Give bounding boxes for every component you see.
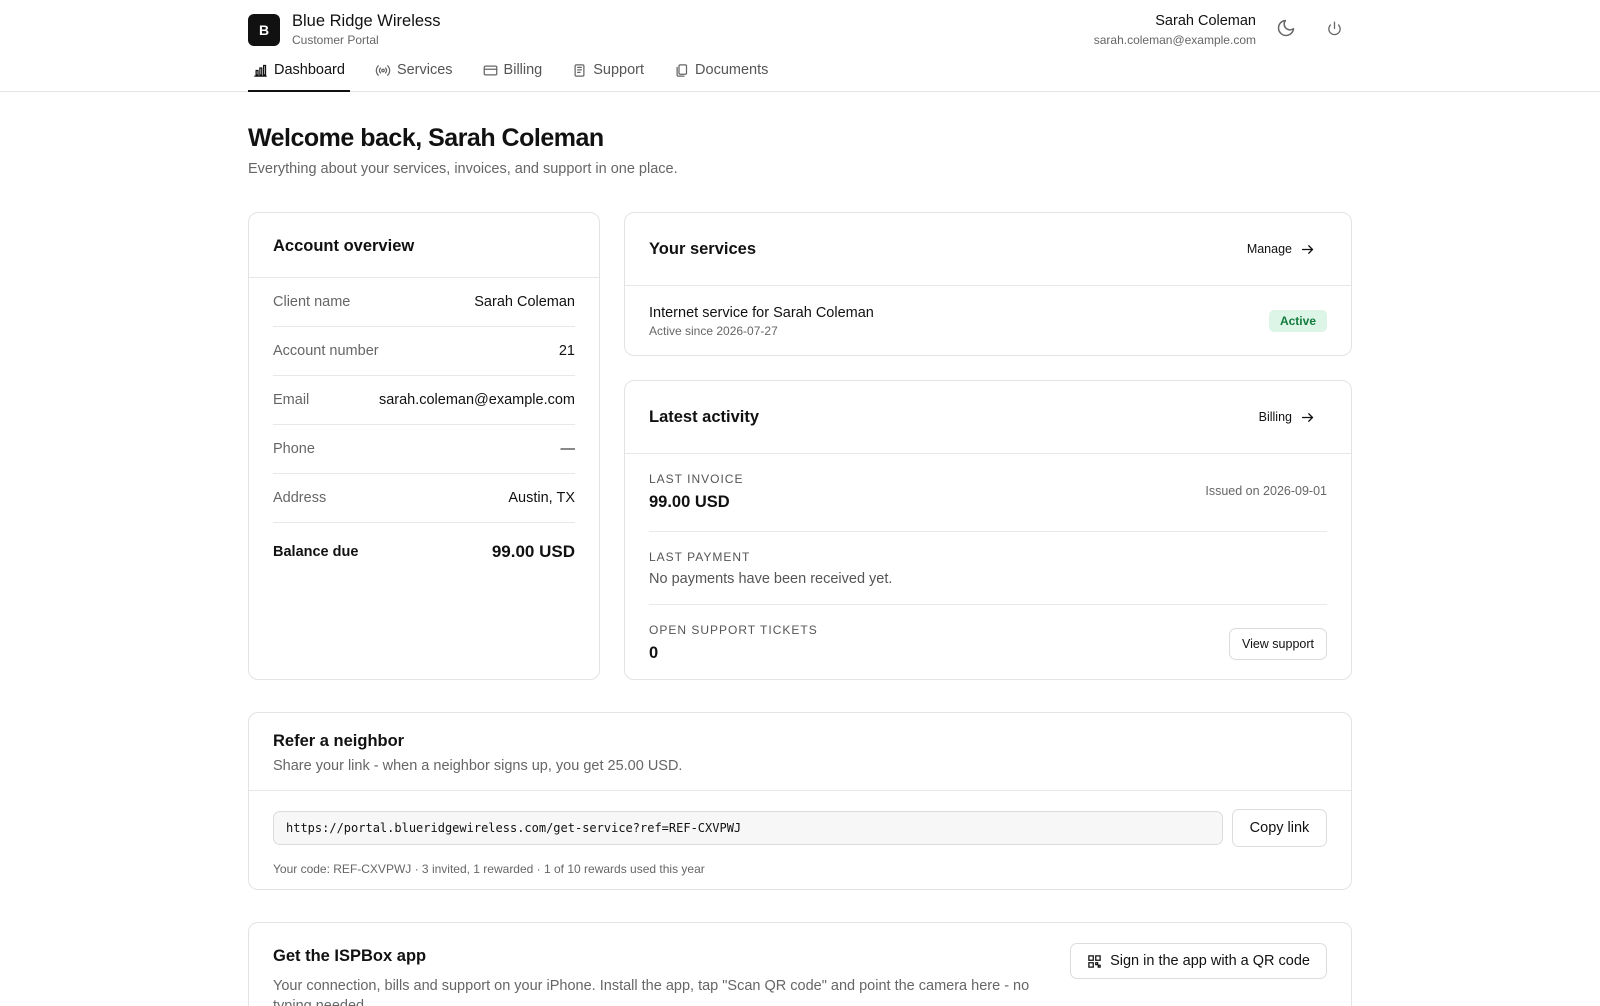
- top-header: B Blue Ridge Wireless Customer Portal Sa…: [0, 0, 1600, 92]
- tickets-label: OPEN SUPPORT TICKETS: [649, 623, 818, 637]
- support-tickets-section: OPEN SUPPORT TICKETS 0 View support: [649, 605, 1327, 681]
- account-row-client-name: Client name Sarah Coleman: [273, 278, 575, 327]
- tab-label: Services: [396, 62, 453, 78]
- account-row-address: Address Austin, TX: [273, 474, 575, 523]
- referral-link-field[interactable]: https://portal.blueridgewireless.com/get…: [273, 811, 1223, 845]
- row-value: 21: [558, 343, 575, 359]
- tab-services[interactable]: Services: [370, 54, 458, 92]
- sign-out-button[interactable]: [1320, 14, 1348, 42]
- tab-label: Support: [593, 62, 645, 78]
- tab-billing[interactable]: Billing: [478, 54, 548, 92]
- app-description: Your connection, bills and support on yo…: [273, 978, 1030, 1006]
- status-badge: Active: [1268, 310, 1327, 332]
- account-row-email: Email sarah.coleman@example.com: [273, 376, 575, 425]
- card-title: Latest activity: [649, 407, 760, 426]
- last-invoice-section: LAST INVOICE 99.00 USD Issued on 2026-09…: [649, 454, 1327, 532]
- tab-documents[interactable]: Documents: [669, 54, 773, 92]
- balance-label: Balance due: [273, 543, 359, 560]
- arrow-right-icon: [1301, 412, 1314, 422]
- row-label: Phone: [273, 441, 315, 457]
- moon-icon: [1277, 19, 1295, 37]
- referral-meta: Your code: REF-CXVPWJ · 3 invited, 1 rew…: [273, 862, 705, 876]
- main-nav: Dashboard Services Billing Support Docum…: [248, 54, 793, 92]
- page-subtitle: Everything about your services, invoices…: [248, 161, 678, 177]
- row-value: Sarah Coleman: [474, 294, 575, 310]
- welcome-section: Welcome back, Sarah Coleman Everything a…: [248, 124, 678, 177]
- broadcast-icon: [375, 65, 391, 76]
- brand-name: Blue Ridge Wireless: [292, 12, 441, 30]
- qr-code-icon: [1088, 954, 1101, 968]
- manage-services-link[interactable]: Manage: [1235, 236, 1327, 263]
- tab-dashboard[interactable]: Dashboard: [248, 54, 350, 92]
- theme-toggle-button[interactable]: [1272, 14, 1300, 42]
- page-title: Welcome back, Sarah Coleman: [248, 124, 604, 152]
- latest-activity-card: Latest activity Billing LAST INVOICE 99.…: [624, 380, 1352, 680]
- row-value: —: [560, 441, 576, 457]
- service-name: Internet service for Sarah Coleman: [649, 304, 874, 321]
- view-support-button[interactable]: View support: [1228, 628, 1327, 660]
- last-payment-section: LAST PAYMENT No payments have been recei…: [649, 532, 1327, 605]
- link-label: Billing: [1258, 410, 1292, 424]
- tab-label: Documents: [695, 62, 769, 78]
- tickets-count: 0: [649, 644, 659, 662]
- service-item[interactable]: Internet service for Sarah Coleman Activ…: [625, 286, 1351, 356]
- credit-card-icon: [483, 65, 497, 76]
- card-title: Refer a neighbor: [273, 732, 405, 750]
- invoice-issued-date: Issued on 2026-09-01: [1205, 484, 1327, 498]
- billing-link[interactable]: Billing: [1247, 404, 1327, 431]
- chart-icon: [254, 64, 267, 77]
- service-since: Active since 2026-07-27: [649, 323, 778, 338]
- button-label: Sign in the app with a QR code: [1110, 953, 1310, 969]
- row-label: Email: [273, 392, 310, 408]
- tab-support[interactable]: Support: [567, 54, 649, 92]
- brand-subtitle: Customer Portal: [292, 33, 379, 47]
- account-row-balance-due: Balance due 99.00 USD: [273, 523, 575, 580]
- card-title: Your services: [649, 239, 757, 258]
- refer-subtitle: Share your link - when a neighbor signs …: [273, 758, 683, 774]
- power-icon: [1327, 20, 1341, 35]
- refer-neighbor-card: Refer a neighbor Share your link - when …: [248, 712, 1352, 890]
- row-value: Austin, TX: [508, 490, 575, 506]
- brand[interactable]: B Blue Ridge Wireless Customer Portal: [248, 12, 441, 47]
- brand-logo: B: [248, 13, 280, 46]
- link-label: Manage: [1246, 242, 1292, 256]
- documents-icon: [676, 64, 688, 77]
- card-title: Account overview: [273, 237, 415, 255]
- account-row-phone: Phone —: [273, 425, 575, 474]
- last-payment-label: LAST PAYMENT: [649, 550, 751, 564]
- user-name: Sarah Coleman: [1155, 13, 1256, 29]
- account-overview-card: Account overview Client name Sarah Colem…: [248, 212, 600, 680]
- arrow-right-icon: [1301, 244, 1314, 254]
- tab-label: Dashboard: [274, 62, 345, 78]
- tab-label: Billing: [503, 62, 543, 78]
- row-label: Address: [273, 490, 327, 506]
- get-app-card: Get the ISPBox app Your connection, bill…: [248, 922, 1352, 1006]
- user-info: Sarah Coleman sarah.coleman@example.com: [1094, 12, 1256, 47]
- balance-value: 99.00 USD: [491, 541, 575, 561]
- last-payment-text: No payments have been received yet.: [649, 571, 893, 587]
- user-email: sarah.coleman@example.com: [1093, 33, 1256, 47]
- row-label: Client name: [273, 294, 351, 310]
- row-label: Account number: [273, 343, 379, 359]
- your-services-card: Your services Manage Internet service fo…: [624, 212, 1352, 356]
- copy-link-button[interactable]: Copy link: [1232, 809, 1327, 847]
- support-icon: [574, 64, 585, 77]
- qr-sign-in-button[interactable]: Sign in the app with a QR code: [1070, 943, 1327, 979]
- account-row-account-number: Account number 21: [273, 327, 575, 376]
- row-value: sarah.coleman@example.com: [378, 392, 575, 408]
